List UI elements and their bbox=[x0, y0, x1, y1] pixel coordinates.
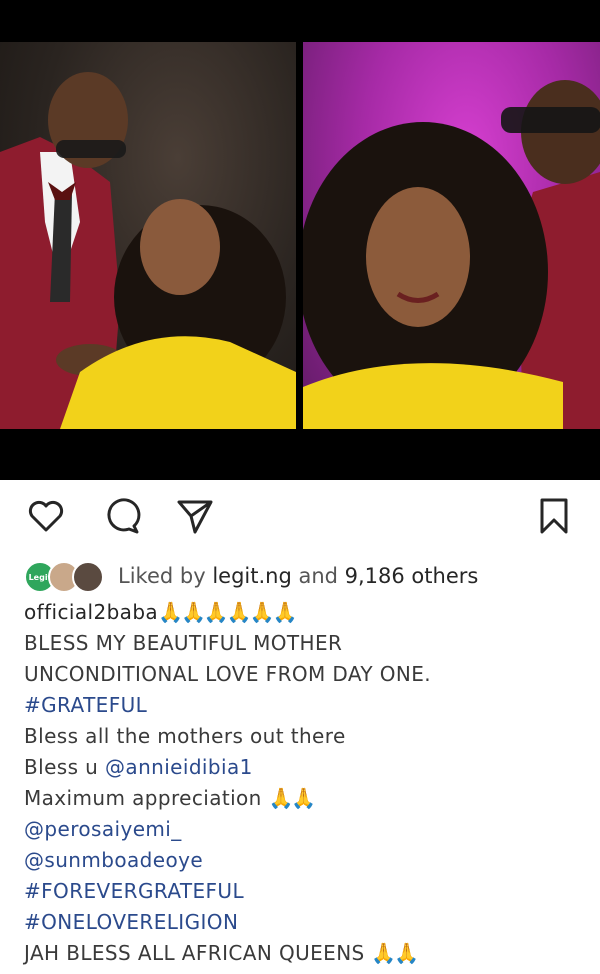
final-line-text: JAH BLESS ALL AFRICAN QUEENS bbox=[24, 941, 372, 965]
caption-header: official2baba🙏🙏🙏🙏🙏🙏 bbox=[24, 597, 584, 628]
bless-u-text: Bless u bbox=[24, 755, 106, 779]
post-actions bbox=[0, 496, 600, 540]
likes-summary: Liked by legit.ng and 9,186 others bbox=[118, 564, 478, 588]
hashtag-forevergrateful[interactable]: #FOREVERGRATEFUL bbox=[24, 876, 584, 907]
hashtag-grateful[interactable]: #GRATEFUL bbox=[24, 690, 584, 721]
caption-line: JAH BLESS ALL AFRICAN QUEENS 🙏🙏 bbox=[24, 938, 584, 969]
caption-line: UNCONDITIONAL LOVE FROM DAY ONE. bbox=[24, 662, 432, 686]
photo-left-illustration bbox=[0, 72, 296, 429]
liker-avatars[interactable]: Legit bbox=[24, 559, 106, 593]
likes-middle: and bbox=[291, 564, 345, 588]
bookmark-icon[interactable] bbox=[534, 496, 574, 536]
caption-username[interactable]: official2baba bbox=[24, 600, 158, 624]
likes-row: Legit Liked by legit.ng and 9,186 others bbox=[24, 558, 478, 594]
liker-username[interactable]: legit.ng bbox=[212, 564, 291, 588]
mention-annieidibia1[interactable]: @annieidibia1 bbox=[105, 755, 253, 779]
photo-divider bbox=[296, 42, 303, 429]
likes-others-link[interactable]: 9,186 others bbox=[345, 564, 479, 588]
mention-perosaiyemi[interactable]: @perosaiyemi_ bbox=[24, 814, 584, 845]
send-icon[interactable] bbox=[175, 496, 215, 536]
pray-emoji: 🙏🙏 bbox=[268, 786, 317, 810]
photo-right-illustration bbox=[303, 80, 600, 429]
pray-emoji: 🙏🙏🙏🙏🙏🙏 bbox=[158, 600, 297, 624]
mention-sunmboadeoye[interactable]: @sunmboadeoye bbox=[24, 845, 584, 876]
heart-icon[interactable] bbox=[26, 496, 66, 536]
caption-line: Maximum appreciation 🙏🙏 bbox=[24, 783, 584, 814]
comment-icon[interactable] bbox=[101, 496, 141, 536]
post-image[interactable] bbox=[0, 0, 600, 480]
likes-prefix: Liked by bbox=[118, 564, 213, 588]
caption-line: BLESS MY BEAUTIFUL MOTHER bbox=[24, 631, 343, 655]
post-caption: official2baba🙏🙏🙏🙏🙏🙏 BLESS MY BEAUTIFUL M… bbox=[24, 597, 584, 969]
caption-line: Bless u @annieidibia1 bbox=[24, 752, 584, 783]
appreciation-text: Maximum appreciation bbox=[24, 786, 269, 810]
avatar bbox=[72, 561, 104, 593]
hashtag-oneloverelgion[interactable]: #ONELOVERELIGION bbox=[24, 907, 584, 938]
photo-right bbox=[303, 42, 600, 429]
photo-left bbox=[0, 42, 296, 429]
caption-line: Bless all the mothers out there bbox=[24, 724, 346, 748]
pray-emoji: 🙏🙏 bbox=[371, 941, 419, 965]
